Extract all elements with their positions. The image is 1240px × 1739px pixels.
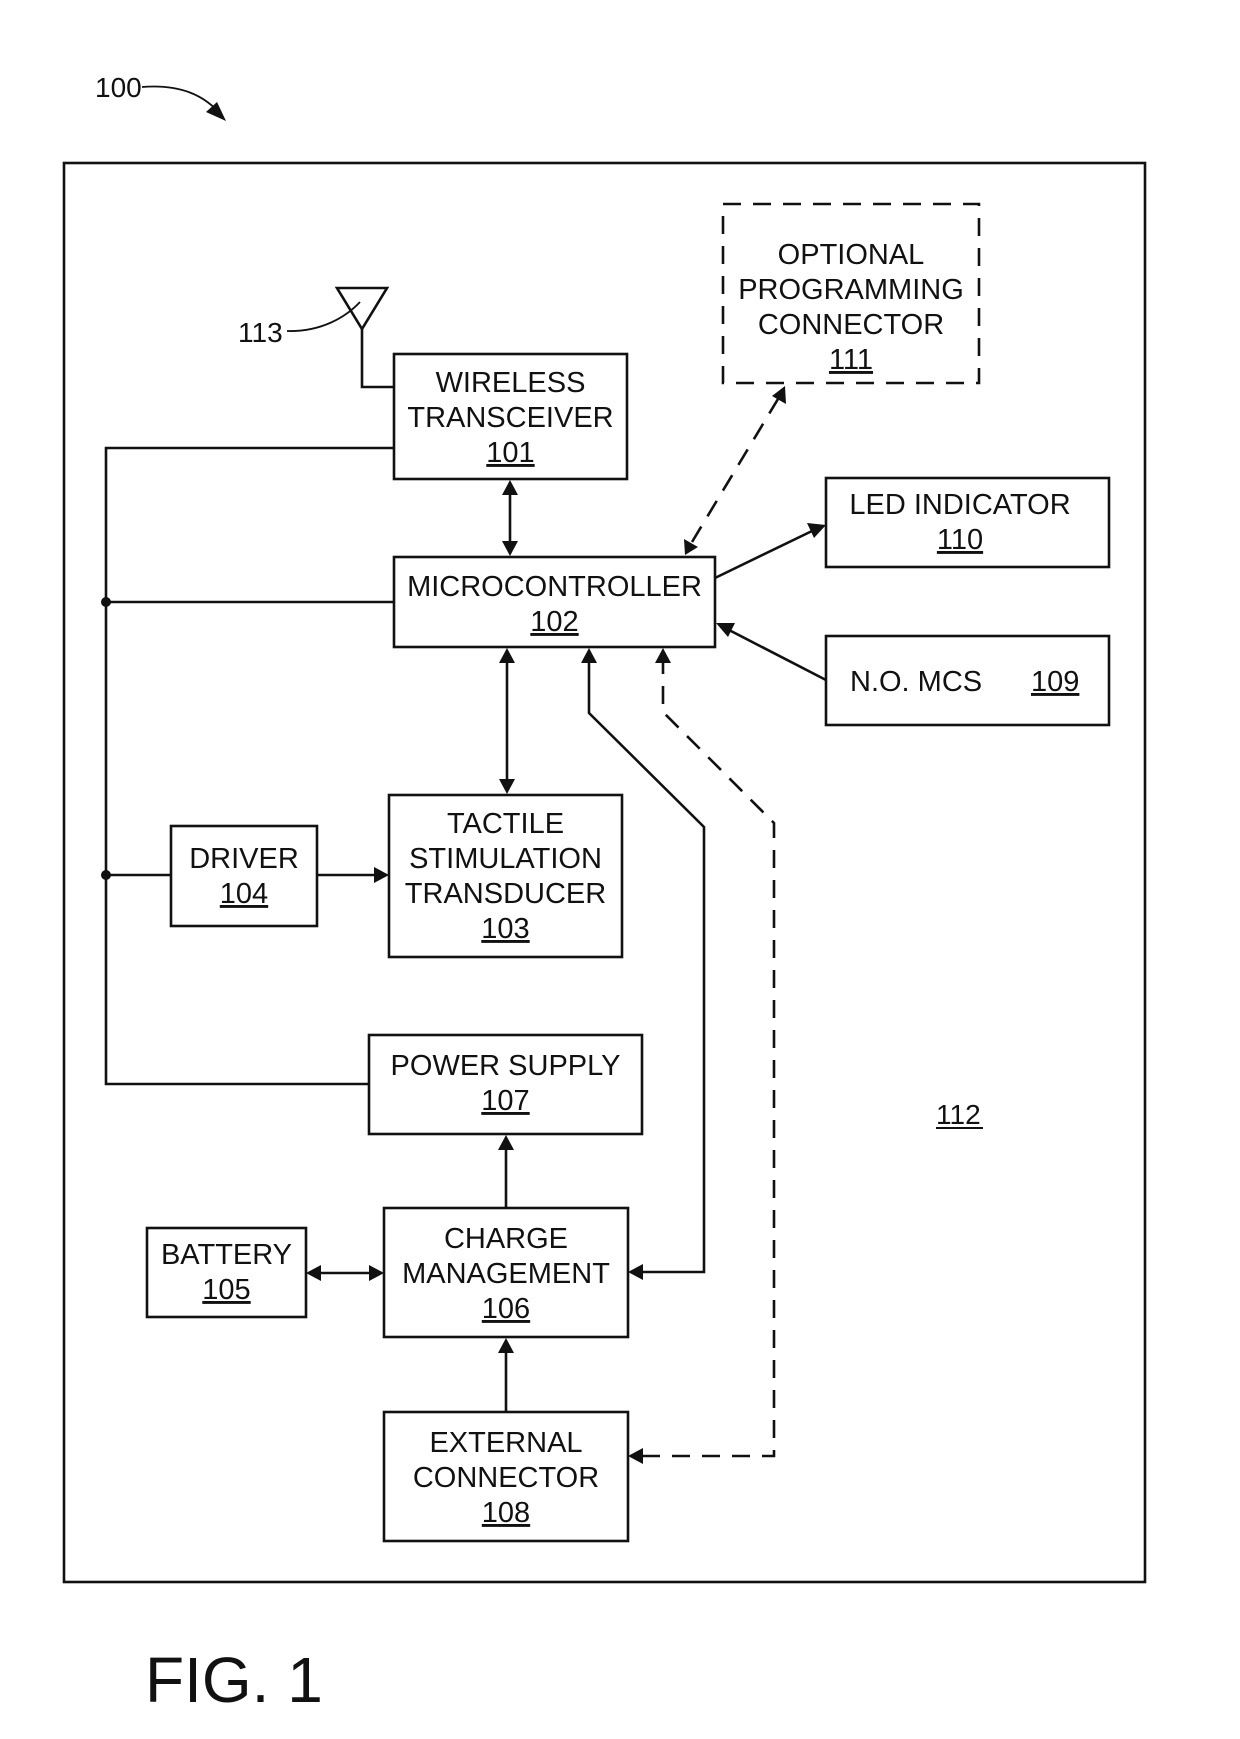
antenna-icon <box>334 286 394 389</box>
housing-ref: 112 <box>936 1099 981 1130</box>
block-label-line: OPTIONAL <box>778 239 925 271</box>
block-label-line: BATTERY <box>161 1239 292 1271</box>
arrow-external-charge <box>498 1338 514 1412</box>
block-label-line: EXTERNAL <box>429 1427 582 1459</box>
block-wireless-transceiver: WIRELESS TRANSCEIVER 101 <box>392 352 629 481</box>
arrow-charge-power <box>498 1135 514 1208</box>
block-ref: 110 <box>937 524 983 556</box>
block-ref: 108 <box>482 1497 530 1529</box>
block-battery: BATTERY 105 <box>145 1226 308 1319</box>
block-label-line: TRANSDUCER <box>405 878 606 910</box>
block-label-line: CONNECTOR <box>758 309 944 341</box>
figure-caption: FIG. 1 <box>145 1644 323 1716</box>
arrow-micro-external-dashed <box>628 648 776 1464</box>
block-label-line: STIMULATION <box>409 843 602 875</box>
block-ref: 106 <box>482 1293 530 1325</box>
block-microcontroller: MICROCONTROLLER 102 <box>392 555 717 649</box>
block-no-mcs: N.O. MCS 109 <box>824 634 1111 727</box>
block-ref: 104 <box>220 878 268 910</box>
block-ref: 105 <box>202 1274 250 1306</box>
block-label-line: TACTILE <box>447 808 564 840</box>
block-optional-programming-connector: OPTIONAL PROGRAMMING CONNECTOR 111 <box>721 202 981 385</box>
arrow-charge-micro <box>581 648 706 1280</box>
arrow-micro-led <box>714 523 826 580</box>
block-ref: 107 <box>481 1085 529 1117</box>
block-tactile-transducer: TACTILE STIMULATION TRANSDUCER 103 <box>387 793 624 959</box>
block-charge-management: CHARGE MANAGEMENT 106 <box>382 1206 630 1339</box>
arrow-wireless-micro <box>502 480 518 556</box>
block-external-connector: EXTERNAL CONNECTOR 108 <box>382 1410 630 1543</box>
block-ref: 101 <box>486 437 534 469</box>
arrow-optional-micro <box>684 386 786 555</box>
block-power-supply: POWER SUPPLY 107 <box>367 1033 644 1136</box>
block-label-line: POWER SUPPLY <box>391 1050 621 1082</box>
arrow-mcs-micro <box>716 623 827 682</box>
figure-ref-label: 100 <box>95 72 142 103</box>
block-led-indicator: LED INDICATOR 110 <box>824 476 1111 569</box>
power-bus <box>101 446 394 1086</box>
block-label-line: WIRELESS <box>436 367 586 399</box>
block-label-line: TRANSCEIVER <box>407 402 613 434</box>
block-label-line: LED INDICATOR <box>849 489 1070 521</box>
block-ref: 102 <box>530 606 578 638</box>
antenna-ref: 113 <box>238 317 283 348</box>
block-label-line: DRIVER <box>189 843 299 875</box>
arrow-micro-tactile <box>499 648 515 794</box>
block-driver: DRIVER 104 <box>169 824 319 928</box>
arrow-driver-tactile <box>317 867 389 883</box>
block-label-line: PROGRAMMING <box>738 274 964 306</box>
arrow-battery-charge <box>306 1265 384 1281</box>
figure-ref-arrowhead <box>206 102 226 121</box>
block-ref: 103 <box>481 913 529 945</box>
block-label-line: CHARGE <box>444 1223 568 1255</box>
block-label-line: MICROCONTROLLER <box>407 571 702 603</box>
block-diagram: 100 112 113 WIRELESS TRANSCEIVER 101 MIC… <box>62 72 1147 1716</box>
block-label-line: MANAGEMENT <box>402 1258 610 1290</box>
block-label-line: N.O. MCS <box>850 666 982 698</box>
block-ref: 111 <box>829 344 873 376</box>
block-ref: 109 <box>1031 666 1079 698</box>
block-label-line: CONNECTOR <box>413 1462 599 1494</box>
